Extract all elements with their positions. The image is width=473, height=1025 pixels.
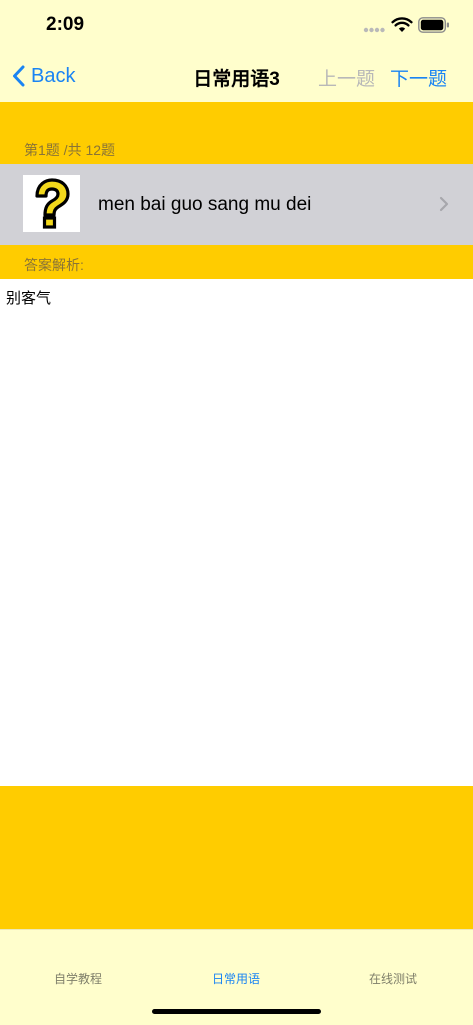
tab-self-study[interactable]: 自学教程 — [18, 970, 138, 987]
navigation-bar: Back 日常用语3 上一题 下一题 — [0, 52, 473, 102]
wifi-icon — [391, 17, 413, 32]
chevron-left-icon — [13, 65, 25, 87]
home-indicator — [152, 1009, 321, 1014]
answer-text: 别客气 — [6, 290, 52, 307]
back-button[interactable]: Back — [12, 62, 75, 90]
tab-daily-phrases[interactable]: 日常用语 — [176, 970, 296, 987]
question-mark-icon — [35, 178, 70, 229]
question-text: men bai guo sang mu dei — [98, 194, 312, 215]
answer-label: 答案解析: — [24, 257, 84, 273]
question-row[interactable]: men bai guo sang mu dei — [0, 164, 473, 245]
cellular-signal-icon — [363, 27, 385, 33]
answer-header: 答案解析: — [0, 245, 473, 279]
page-title: 日常用语3 — [193, 69, 280, 90]
question-image — [23, 175, 80, 232]
question-header: 第1题 /共 12题 — [0, 102, 473, 164]
bottom-band — [0, 786, 473, 929]
status-bar: 2:09 — [0, 0, 473, 52]
chevron-right-icon — [439, 196, 449, 212]
tab-online-test[interactable]: 在线测试 — [333, 970, 453, 987]
next-question-button[interactable]: 下一题 — [390, 64, 447, 91]
battery-icon — [418, 17, 449, 33]
previous-question-button[interactable]: 上一题 — [318, 64, 375, 91]
question-counter: 第1题 /共 12题 — [24, 142, 116, 158]
back-button-label: Back — [31, 64, 76, 87]
status-time: 2:09 — [46, 14, 85, 35]
